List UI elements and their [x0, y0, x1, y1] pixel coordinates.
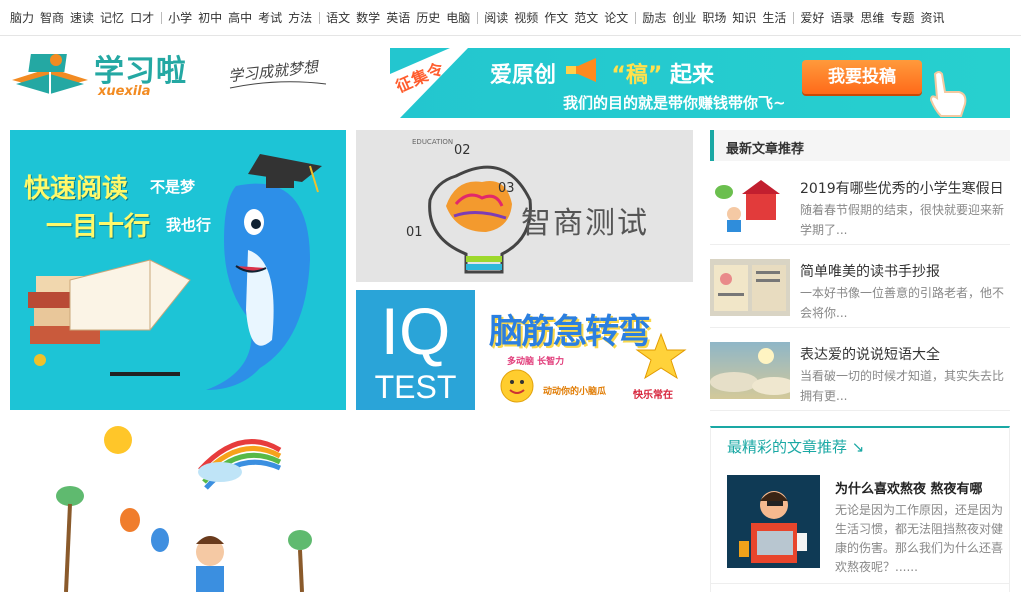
nav-link-yingyu[interactable]: 英语: [386, 11, 410, 25]
banner-headline-a: 爱原创: [490, 63, 557, 88]
nav-link-shipin[interactable]: 视频: [514, 11, 538, 25]
nav-link-zuowen[interactable]: 作文: [544, 11, 568, 25]
logo-subtext: xuexila: [98, 84, 151, 99]
nav-link-chuangye[interactable]: 创业: [672, 11, 696, 25]
banner-headline: 爱原创 “稿” 起来: [490, 57, 714, 89]
nav-link-jiyi[interactable]: 记忆: [100, 11, 124, 25]
hand-pointer-icon: [929, 71, 967, 117]
article-title[interactable]: 表达爱的说说短语大全: [800, 344, 940, 364]
contribution-banner[interactable]: 征集令 爱原创 “稿” 起来 我们的目的就是带你赚钱带你飞~ 我要投稿: [390, 48, 1010, 118]
iq-text: IQ: [380, 294, 451, 368]
nav-link-sudu[interactable]: 速读: [70, 11, 94, 25]
article-desc: 当看破一切的时候才知道，其实失去比拥有更...: [800, 369, 1005, 403]
best-article-title[interactable]: 为什么喜欢熬夜 熬夜有哪: [835, 478, 1001, 497]
iq-step-01: 01: [406, 225, 423, 240]
nav-link-yuwen[interactable]: 语文: [326, 11, 350, 25]
nav-link-naoli[interactable]: 脑力: [10, 11, 34, 25]
divider: [711, 583, 1009, 584]
submit-article-button[interactable]: 我要投稿: [802, 60, 922, 94]
nav-link-yuedu[interactable]: 阅读: [484, 11, 508, 25]
banner-subline: 我们的目的就是带你赚钱带你飞~: [563, 94, 786, 112]
iq-test-badge-tile[interactable]: IQ TEST: [356, 290, 475, 410]
latest-articles-title: 最新文章推荐: [726, 142, 805, 157]
smiley-star-illustration: [500, 332, 687, 403]
iq-step-02: 02: [454, 143, 471, 158]
nav-link-zhishi[interactable]: 知识: [732, 11, 756, 25]
nav-link-gaozhong[interactable]: 高中: [228, 11, 252, 25]
nav-link-fanwen[interactable]: 范文: [574, 11, 598, 25]
iq-test-title: 智商测试: [521, 206, 649, 241]
banner-headline-b: “稿”: [611, 63, 663, 88]
nav-link-koucai[interactable]: 口才: [130, 11, 154, 25]
article-desc: 一本好书像一位善意的引路老者，他不会将你...: [800, 286, 1005, 320]
iq-edu-label: EDUCATION: [412, 138, 453, 146]
article-thumbnail: [710, 259, 790, 316]
nav-link-siwei[interactable]: 思维: [860, 11, 884, 25]
nav-divider: [161, 12, 163, 24]
iq-test-tile[interactable]: EDUCATION 02 03 01 智商测试: [356, 130, 693, 282]
latest-article-item[interactable]: 2019有哪些优秀的小学生寒假日 随着春节假期的结束，很快就要迎来新学期了...: [710, 162, 1010, 245]
fast-reading-tile[interactable]: 快速阅读 不是梦 一目十行 我也行: [10, 130, 346, 410]
article-title[interactable]: 简单唯美的读书手抄报: [800, 261, 940, 281]
nav-divider: [319, 12, 321, 24]
nav-divider: [793, 12, 795, 24]
article-title[interactable]: 2019有哪些优秀的小学生寒假日: [800, 178, 1004, 198]
kids-illustration-tile[interactable]: [10, 420, 340, 592]
top-navigation: 脑力 智商 速读 记忆 口才 小学 初中 高中 考试 方法 语文 数学 英语 历…: [0, 0, 1021, 36]
banner-headline-c: 起来: [669, 63, 714, 88]
nav-link-lishi[interactable]: 历史: [416, 11, 440, 25]
nav-divider: [635, 12, 637, 24]
best-article-desc: 无论是因为工作原因，还是因为生活习惯，都无法阻挡熬夜对健康的伤害。那么我们为什么…: [835, 503, 1004, 574]
slogan: 学习成就梦想: [227, 58, 328, 90]
test-text: TEST: [374, 369, 457, 405]
nav-link-shenghuo[interactable]: 生活: [762, 11, 786, 25]
brain-teaser-tile[interactable]: 脑筋急转弯 多动脑 长智力 动动你的小脑瓜 快乐常在: [485, 290, 693, 410]
nav-link-kaoshi[interactable]: 考试: [258, 11, 282, 25]
slogan-underline: [229, 81, 327, 89]
nav-link-xiaoxue[interactable]: 小学: [168, 11, 192, 25]
kids-rainbow-illustration: [56, 426, 312, 592]
dolphin-books-illustration: [28, 154, 322, 390]
nav-link-diannao[interactable]: 电脑: [446, 11, 470, 25]
best-articles-title[interactable]: 最精彩的文章推荐 ↘: [727, 436, 864, 457]
article-desc: 随着春节假期的结束，很快就要迎来新学期了...: [800, 203, 1005, 237]
nav-link-aihao[interactable]: 爱好: [800, 11, 824, 25]
iq-step-03: 03: [498, 181, 515, 196]
nav-divider: [477, 12, 479, 24]
nav-link-zhichang[interactable]: 职场: [702, 11, 726, 25]
nav-link-shuxue[interactable]: 数学: [356, 11, 380, 25]
nav-link-zhuanti[interactable]: 专题: [890, 11, 914, 25]
latest-article-item[interactable]: 表达爱的说说短语大全 当看破一切的时候才知道，其实失去比拥有更...: [710, 328, 1010, 411]
latest-articles-header: 最新文章推荐: [710, 130, 1010, 161]
site-logo[interactable]: 学习啦 xuexila: [10, 46, 206, 102]
nav-link-yulu[interactable]: 语录: [830, 11, 854, 25]
best-articles-box: 最精彩的文章推荐 ↘ 为什么喜欢熬夜 熬夜有哪 无论是因为工作原因，还是因为生活…: [710, 426, 1010, 592]
nav-link-lizhi[interactable]: 励志: [642, 11, 666, 25]
article-thumbnail: [710, 342, 790, 399]
nav-group-1: 脑力 智商 速读 记忆 口才 小学 初中 高中 考试 方法 语文 数学 英语 历…: [10, 11, 950, 25]
megaphone-icon: [564, 58, 604, 88]
nav-link-fangfa[interactable]: 方法: [288, 11, 312, 25]
nav-link-lunwen[interactable]: 论文: [604, 11, 628, 25]
nav-link-zhishang[interactable]: 智商: [40, 11, 64, 25]
best-article-thumbnail[interactable]: [727, 475, 820, 568]
nav-link-chuzhong[interactable]: 初中: [198, 11, 222, 25]
latest-article-item[interactable]: 简单唯美的读书手抄报 一本好书像一位善意的引路老者，他不会将你...: [710, 245, 1010, 328]
nav-link-zixun[interactable]: 资讯: [920, 11, 944, 25]
article-thumbnail: [710, 176, 790, 233]
